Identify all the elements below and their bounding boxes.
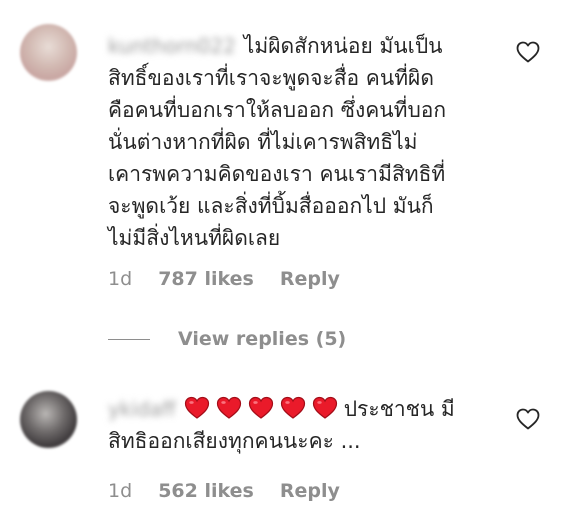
comment-line: เคารพความคิดของเรา คนเรามีสิทธิที่ xyxy=(108,162,446,186)
reply-button[interactable]: Reply xyxy=(280,268,340,290)
red-heart-emoji-icon xyxy=(184,396,209,419)
comment-time: 1d xyxy=(108,480,133,502)
username[interactable]: kunthorn022 xyxy=(108,30,236,62)
red-heart-emoji-icon xyxy=(216,396,241,419)
comment-line: ไม่ผิดสักหน่อย มันเป็น xyxy=(243,34,443,58)
likes-count[interactable]: 562 likes xyxy=(158,480,254,502)
avatar[interactable] xyxy=(20,24,77,81)
avatar[interactable] xyxy=(20,391,77,448)
reply-button[interactable]: Reply xyxy=(280,480,340,502)
username[interactable]: ykidaff xyxy=(108,393,176,425)
likes-count[interactable]: 787 likes xyxy=(158,268,254,290)
red-heart-emoji-icon xyxy=(280,396,305,419)
comment-time: 1d xyxy=(108,268,133,290)
red-heart-emoji-icon xyxy=(312,396,337,419)
comment-line: สิทธิ์ของเราที่เราจะพูดจะสื่อ คนที่ผิด xyxy=(108,66,434,90)
comment-text: kunthorn022 ไม่ผิดสักหน่อย มันเป็น สิทธิ์… xyxy=(108,30,498,254)
comment-line: ประชาชน มี xyxy=(343,397,455,421)
comment-meta: 1d 787 likes Reply xyxy=(108,268,360,290)
comment-line: จะพูดเว้ย และสิ่งที่บิ้มสื่อออกไป มันก็ xyxy=(108,194,434,218)
comment-line: คือคนที่บอกเราให้ลบออก ซึ่งคนที่บอก xyxy=(108,98,447,122)
comment-text: ykidaff ประชาชน มี สิทธิออกเสียงทุกคนนะค… xyxy=(108,393,498,457)
heart-outline-icon[interactable] xyxy=(516,408,540,430)
view-replies-button[interactable]: View replies (5) xyxy=(108,322,346,356)
comment-line: สิทธิออกเสียงทุกคนนะคะ ... xyxy=(108,429,361,453)
view-replies-label: View replies (5) xyxy=(178,328,347,350)
heart-emojis xyxy=(184,393,344,425)
divider-line xyxy=(108,338,150,340)
red-heart-emoji-icon xyxy=(248,396,273,419)
heart-outline-icon[interactable] xyxy=(516,41,540,63)
comment-line: ไม่มีสิ่งไหนที่ผิดเลย xyxy=(108,226,281,250)
comment-line: นั่นต่างหากที่ผิด ที่ไม่เคารพสิทธิไม่ xyxy=(108,130,418,154)
comment-meta: 1d 562 likes Reply xyxy=(108,480,360,502)
